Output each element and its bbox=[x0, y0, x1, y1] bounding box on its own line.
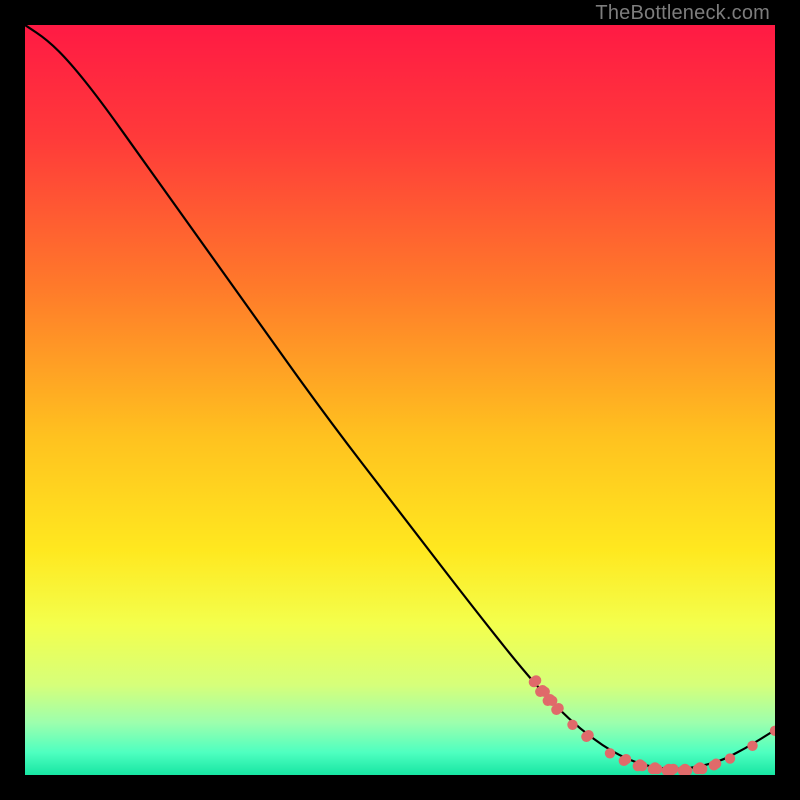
data-point-markers bbox=[529, 675, 775, 775]
data-point-marker bbox=[652, 764, 662, 774]
data-point-marker bbox=[583, 730, 593, 740]
attribution-text: TheBottleneck.com bbox=[595, 2, 770, 25]
data-point-marker bbox=[621, 754, 631, 764]
data-point-marker bbox=[711, 759, 721, 769]
bottleneck-curve bbox=[25, 25, 775, 769]
data-point-marker bbox=[747, 741, 757, 751]
data-point-marker bbox=[697, 764, 707, 774]
data-point-marker bbox=[605, 748, 615, 758]
data-point-marker bbox=[725, 753, 735, 763]
data-point-marker bbox=[637, 761, 647, 771]
data-point-marker bbox=[553, 703, 563, 713]
chart-frame bbox=[25, 25, 775, 775]
data-point-marker bbox=[567, 720, 577, 730]
chart-plot bbox=[25, 25, 775, 775]
data-point-marker bbox=[531, 675, 541, 685]
data-point-marker bbox=[668, 764, 678, 774]
data-point-marker bbox=[770, 726, 775, 736]
